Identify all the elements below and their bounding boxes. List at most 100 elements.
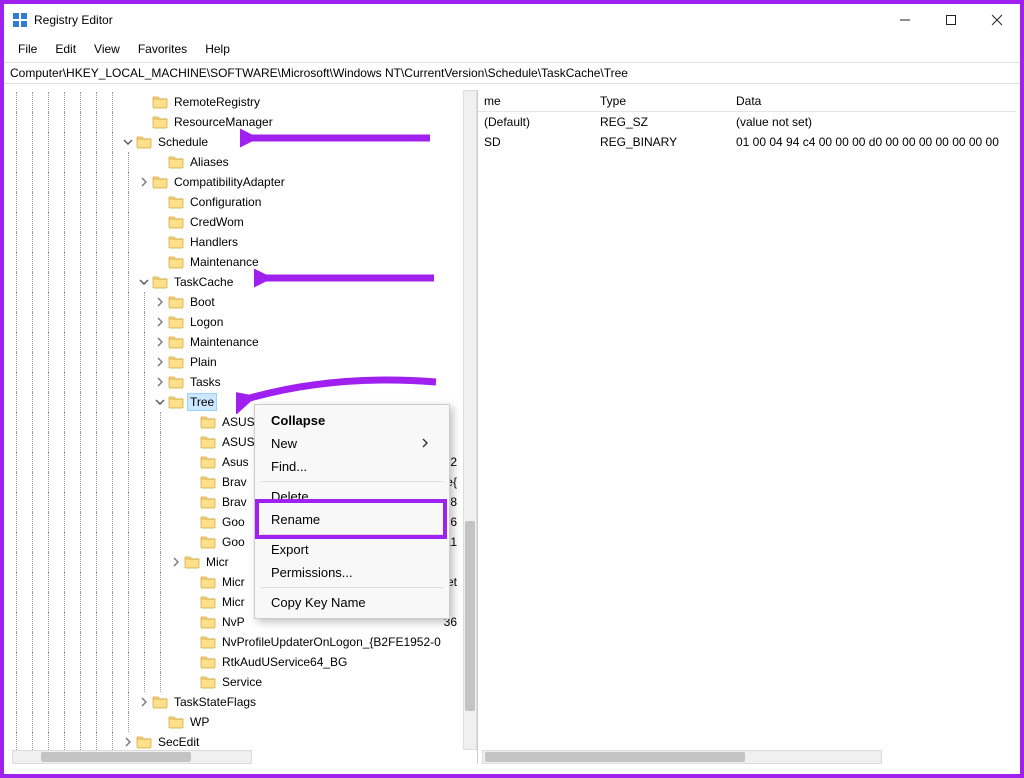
tree-node-schedule: Schedule: [156, 134, 210, 150]
tree-row[interactable]: Logon: [8, 312, 477, 332]
ctx-new-label: New: [271, 436, 297, 451]
chevron-down-icon[interactable]: [120, 132, 136, 152]
chevron-down-icon[interactable]: [152, 392, 168, 412]
folder-icon: [168, 194, 184, 210]
folder-icon: [168, 154, 184, 170]
tree-node-asus1: ASUS: [220, 414, 257, 430]
chevron-right-icon[interactable]: [120, 732, 136, 752]
col-name[interactable]: me: [478, 92, 594, 111]
folder-icon: [152, 174, 168, 190]
tree-node-micro3: Micr: [220, 594, 247, 610]
folder-icon: [200, 474, 216, 490]
chevron-right-icon[interactable]: [152, 372, 168, 392]
ctx-permissions[interactable]: Permissions...: [255, 561, 449, 584]
tree-row[interactable]: ResourceManager: [8, 112, 477, 132]
tree-row[interactable]: Service: [8, 672, 477, 692]
chevron-right-icon[interactable]: [152, 292, 168, 312]
ctx-collapse[interactable]: Collapse: [255, 409, 449, 432]
tree-row[interactable]: TaskStateFlags: [8, 692, 477, 712]
ctx-separator: [261, 587, 443, 588]
col-data[interactable]: Data: [730, 92, 1016, 111]
ctx-new[interactable]: New: [255, 432, 449, 455]
ctx-find[interactable]: Find...: [255, 455, 449, 478]
tree-row[interactable]: WP: [8, 712, 477, 732]
tree-row[interactable]: Boot: [8, 292, 477, 312]
tree-node-asus3: Asus: [220, 454, 251, 470]
folder-icon: [152, 274, 168, 290]
chevron-right-icon[interactable]: [136, 172, 152, 192]
col-type[interactable]: Type: [594, 92, 730, 111]
tree-node-remoteregistry: RemoteRegistry: [172, 94, 262, 110]
tree-node-aliases: Aliases: [188, 154, 231, 170]
tree-node-micro2: Micr: [220, 574, 247, 590]
chevron-down-icon[interactable]: [136, 272, 152, 292]
ctx-export[interactable]: Export: [255, 538, 449, 561]
tree-row[interactable]: Tasks: [8, 372, 477, 392]
tree-node-tree: Tree: [188, 394, 216, 410]
ctx-copy-key-name[interactable]: Copy Key Name: [255, 591, 449, 614]
tree-node-wp: WP: [188, 714, 211, 730]
folder-icon: [200, 454, 216, 470]
folder-icon: [200, 574, 216, 590]
tree-row[interactable]: Handlers: [8, 232, 477, 252]
tree-node-micro1: Micr: [204, 554, 231, 570]
value-row[interactable]: SD REG_BINARY 01 00 04 94 c4 00 00 00 d0…: [478, 132, 1016, 152]
tree-row[interactable]: TaskCache: [8, 272, 477, 292]
tree-node-compatibilityadapter: CompatibilityAdapter: [172, 174, 287, 190]
minimize-button[interactable]: [882, 4, 928, 36]
maximize-button[interactable]: [928, 4, 974, 36]
folder-icon: [200, 634, 216, 650]
tree-node-rtk: RtkAudUService64_BG: [220, 654, 349, 670]
folder-icon: [168, 314, 184, 330]
tree-node-good2: Goo: [220, 534, 247, 550]
tree-row[interactable]: Configuration: [8, 192, 477, 212]
folder-icon: [168, 374, 184, 390]
tree-row[interactable]: RtkAudUService64_BG: [8, 652, 477, 672]
tree-row[interactable]: Schedule: [8, 132, 477, 152]
tree-hscrollbar[interactable]: [12, 750, 252, 764]
tree-node-nvp1: NvP: [220, 614, 247, 630]
window-buttons: [882, 4, 1020, 36]
tree-row[interactable]: Aliases: [8, 152, 477, 172]
tree-row[interactable]: NvProfileUpdaterOnLogon_{B2FE1952-0: [8, 632, 477, 652]
chevron-right-icon[interactable]: [136, 692, 152, 712]
address-bar[interactable]: Computer\HKEY_LOCAL_MACHINE\SOFTWARE\Mic…: [4, 62, 1020, 84]
chevron-right-icon[interactable]: [152, 352, 168, 372]
folder-icon: [200, 594, 216, 610]
tree-node-maintenance2: Maintenance: [188, 334, 261, 350]
tree-row[interactable]: SecEdit: [8, 732, 477, 752]
menu-view[interactable]: View: [86, 39, 128, 59]
ctx-rename[interactable]: Rename: [255, 508, 449, 531]
tree-row[interactable]: CompatibilityAdapter: [8, 172, 477, 192]
tree-row[interactable]: RemoteRegistry: [8, 92, 477, 112]
chevron-right-icon[interactable]: [152, 332, 168, 352]
title-bar: Registry Editor: [4, 4, 1020, 36]
tree-node-secedit: SecEdit: [156, 734, 201, 750]
tree-row[interactable]: Plain: [8, 352, 477, 372]
tree-row[interactable]: CredWom: [8, 212, 477, 232]
folder-icon: [152, 114, 168, 130]
content: RemoteRegistry ResourceManager Schedule Ali…: [8, 90, 1016, 764]
values-hscrollbar[interactable]: [482, 750, 882, 764]
value-type: REG_BINARY: [594, 135, 730, 149]
chevron-right-icon[interactable]: [152, 312, 168, 332]
ctx-delete[interactable]: Delete: [255, 485, 449, 508]
chevron-right-icon[interactable]: [168, 552, 184, 572]
tree-node-tasks: Tasks: [188, 374, 223, 390]
tree-vscrollbar[interactable]: [463, 90, 477, 750]
tree-node-boot: Boot: [188, 294, 217, 310]
menu-favorites[interactable]: Favorites: [130, 39, 195, 59]
tree-node-brave1: Brav: [220, 474, 249, 490]
menu-help[interactable]: Help: [197, 39, 238, 59]
tree-row[interactable]: Maintenance: [8, 252, 477, 272]
value-row[interactable]: (Default) REG_SZ (value not set): [478, 112, 1016, 132]
folder-icon: [168, 394, 184, 410]
menu-file[interactable]: File: [10, 39, 45, 59]
tree-node-brave2: Brav: [220, 494, 249, 510]
folder-icon: [200, 514, 216, 530]
menu-edit[interactable]: Edit: [47, 39, 84, 59]
tree-row[interactable]: Maintenance: [8, 332, 477, 352]
close-button[interactable]: [974, 4, 1020, 36]
folder-icon: [168, 254, 184, 270]
value-type: REG_SZ: [594, 115, 730, 129]
